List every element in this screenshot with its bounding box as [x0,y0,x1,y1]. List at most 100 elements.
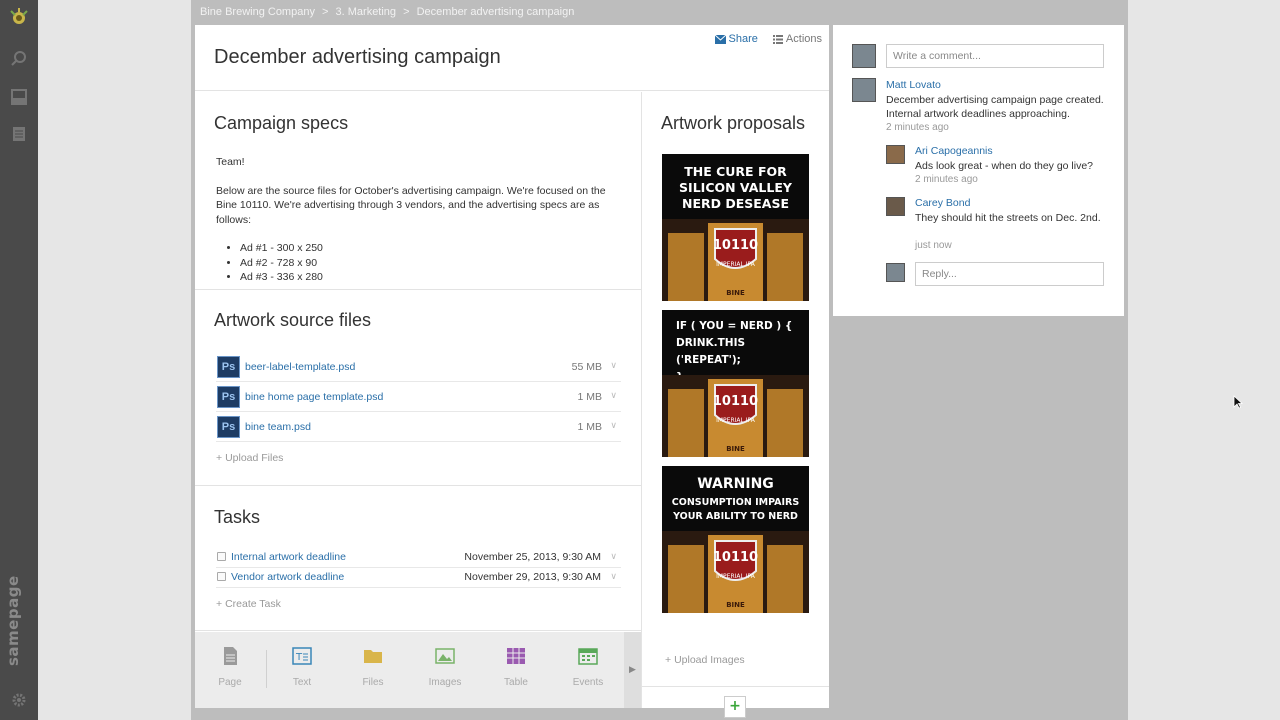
task-checkbox[interactable] [217,572,226,581]
samepage-logo-icon[interactable] [8,6,30,28]
beer-cans-illustration: 10110 IMPERIAL IPA BINE [662,219,809,301]
add-section-button[interactable]: + [724,696,746,718]
breadcrumb-item[interactable]: December advertising campaign [417,6,575,18]
comment-author[interactable]: Matt Lovato [886,79,941,91]
pages-icon[interactable] [11,126,27,142]
beer-cans-illustration: 10110 IMPERIAL IPA BINE [662,531,809,613]
write-comment-input[interactable]: Write a comment... [886,44,1104,68]
can-sub-label: IMPERIAL IPA [716,417,756,424]
caption-line: WARNING [697,476,774,492]
avatar [852,78,876,102]
page-card: December advertising campaign Share Acti… [195,25,829,718]
page-header: December advertising campaign Share Acti… [195,25,829,91]
insert-events-button[interactable]: Events [558,646,618,688]
section-heading: Tasks [214,507,261,527]
inbox-icon[interactable] [11,89,27,105]
share-label: Share [728,33,758,45]
file-row[interactable]: Ps bine home page template.psd 1 MB ∨ [216,382,621,412]
page-title[interactable]: December advertising campaign [214,46,501,69]
artwork-image[interactable]: IF ( YOU = NERD ) { DRINK.THIS ('REPEAT'… [662,310,809,457]
can-sub-label: IMPERIAL IPA [716,261,756,268]
insert-text-button[interactable]: T Text [272,646,332,688]
photoshop-file-icon: Ps [217,356,240,378]
share-button[interactable]: Share [714,33,761,45]
search-icon[interactable] [11,50,27,66]
can-brand-label: BINE [726,445,745,453]
create-task-button[interactable]: + Create Task [216,598,281,610]
toolbar-scroll-right-icon[interactable]: ▶ [624,632,641,708]
envelope-icon [714,35,726,44]
breadcrumb: Bine Brewing Company > 3. Marketing > De… [200,6,578,18]
task-date: November 25, 2013, 9:30 AM [464,551,601,563]
insert-files-button[interactable]: Files [343,646,403,688]
avatar [886,145,905,164]
artwork-image[interactable]: THE CURE FOR SILICON VALLEY NERD DESEASE… [662,154,809,301]
tool-label: Table [504,677,528,688]
file-name[interactable]: beer-label-template.psd [245,361,355,373]
settings-gear-icon[interactable] [11,692,27,708]
reply-author[interactable]: Ari Capogeannis [915,145,993,157]
insert-page-button[interactable]: Page [200,646,260,688]
list-item: Ad #1 - 300 x 250 [240,241,616,256]
insert-images-button[interactable]: Images [415,646,475,688]
tool-label: Text [292,677,312,688]
text-icon: T [292,647,312,665]
breadcrumb-item[interactable]: 3. Marketing [336,6,397,18]
reply-author[interactable]: Carey Bond [915,197,970,209]
comments-panel: Write a comment... Matt Lovato December … [833,25,1124,316]
task-checkbox[interactable] [217,552,226,561]
task-name[interactable]: Internal artwork deadline [231,551,346,563]
tool-label: Events [572,677,604,688]
specs-list: Ad #1 - 300 x 250 Ad #2 - 728 x 90 Ad #3… [216,241,616,285]
specs-body[interactable]: Team! Below are the source files for Oct… [216,155,616,285]
tool-label: Images [428,677,462,688]
file-name[interactable]: bine team.psd [245,421,311,433]
artwork-caption: WARNING CONSUMPTION IMPAIRS YOUR ABILITY… [662,474,809,524]
reply-input[interactable]: Reply... [915,262,1104,286]
breadcrumb-separator: > [322,6,329,18]
file-row[interactable]: Ps bine team.psd 1 MB ∨ [216,412,621,442]
section-heading: Artwork proposals [661,113,806,133]
upload-images-label: Upload Images [674,654,745,666]
insert-toolbar: Page T Text Files Images Table Events ▶ [195,632,641,708]
list-item: Ad #2 - 728 x 90 [240,256,616,271]
mouse-cursor-icon [1233,395,1243,409]
avatar [852,44,876,68]
actions-label: Actions [785,33,822,45]
chevron-down-icon[interactable]: ∨ [610,360,617,371]
photoshop-file-icon: Ps [217,386,240,408]
left-background [38,0,191,720]
upload-files-button[interactable]: + Upload Files [216,452,283,464]
upload-images-button[interactable]: + Upload Images [665,654,745,666]
actions-button[interactable]: Actions [772,33,822,45]
artwork-image[interactable]: WARNING CONSUMPTION IMPAIRS YOUR ABILITY… [662,466,809,613]
chevron-down-icon[interactable]: ∨ [610,571,617,582]
plus-icon: + [216,452,226,464]
task-row[interactable]: Vendor artwork deadline November 29, 201… [216,568,621,588]
folder-icon [364,650,382,663]
caption-line: THE CURE FOR [684,164,787,179]
file-name[interactable]: bine home page template.psd [245,391,383,403]
campaign-specs-section[interactable]: Campaign specs Team! Below are the sourc… [195,92,641,290]
chevron-down-icon[interactable]: ∨ [610,420,617,431]
insert-table-button[interactable]: Table [486,646,546,688]
task-name[interactable]: Vendor artwork deadline [231,571,344,583]
task-row[interactable]: Internal artwork deadline November 25, 2… [216,548,621,568]
artwork-caption: THE CURE FOR SILICON VALLEY NERD DESEASE [662,164,809,212]
create-task-label: Create Task [225,598,281,610]
file-row[interactable]: Ps beer-label-template.psd 55 MB ∨ [216,352,621,382]
chevron-down-icon[interactable]: ∨ [610,390,617,401]
reply-time: 2 minutes ago [915,174,978,185]
reply-text: They should hit the streets on Dec. 2nd. [915,212,1101,224]
comment-text-line: December advertising campaign page creat… [886,94,1104,106]
can-label: 10110 [713,550,758,565]
breadcrumb-item[interactable]: Bine Brewing Company [200,6,315,18]
left-column: Campaign specs Team! Below are the sourc… [195,92,641,708]
caption-line: CONSUMPTION IMPAIRS [671,497,800,508]
list-item: Ad #3 - 336 x 280 [240,270,616,285]
reply-text: Ads look great - when do they go live? [915,160,1094,172]
chevron-down-icon[interactable]: ∨ [610,551,617,562]
artwork-proposals-section: Artwork proposals THE CURE FOR SILICON V… [641,92,829,718]
can-label: 10110 [713,394,758,409]
photoshop-file-icon: Ps [217,416,240,438]
